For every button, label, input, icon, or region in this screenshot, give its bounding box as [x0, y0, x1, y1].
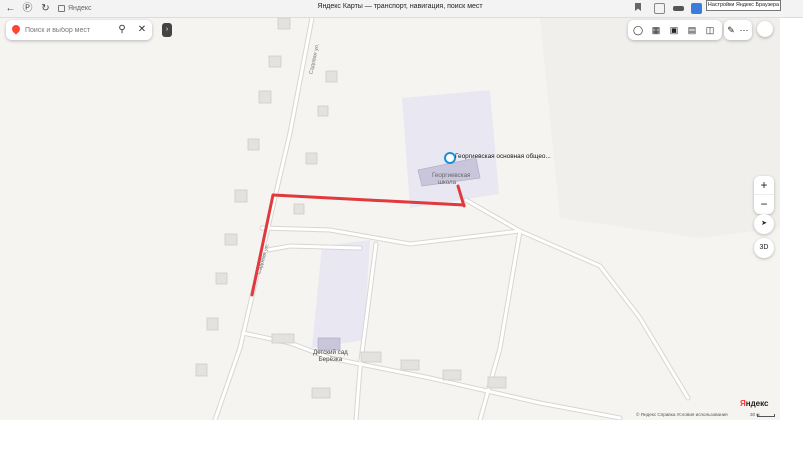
building	[215, 272, 228, 285]
building	[224, 233, 238, 246]
building	[268, 55, 282, 68]
building	[311, 387, 331, 399]
building	[487, 376, 507, 389]
yandex-logo: Яндекс	[740, 399, 769, 408]
navigation-arrow-icon: ➤	[761, 220, 767, 227]
building	[305, 152, 318, 165]
bookmark-icon[interactable]	[635, 3, 641, 11]
browser-toolbar: ← Ⓟ ↻ Яндекс Яндекс Карты — транспорт, н…	[0, 0, 803, 18]
school-map-label: Георгиевская школа	[432, 172, 470, 186]
building	[206, 317, 219, 331]
back-arrow-icon[interactable]: ←	[4, 2, 17, 15]
map-svg	[195, 18, 780, 420]
building	[258, 90, 272, 104]
more-icon[interactable]: ⋯	[738, 24, 750, 36]
extension-icon[interactable]	[654, 3, 665, 14]
residential-area	[540, 18, 780, 238]
geolocation-button[interactable]: ➤	[754, 214, 774, 234]
yandex-browser-icon[interactable]: Ⓟ	[21, 2, 34, 15]
zoom-in-button[interactable]: +	[754, 176, 774, 194]
search-box: ⚲ ✕	[6, 20, 152, 40]
search-icon[interactable]: ⚲	[116, 24, 128, 36]
lock-icon	[58, 5, 65, 12]
zoom-control: + −	[754, 176, 774, 214]
search-input[interactable]	[25, 24, 107, 36]
building	[247, 138, 260, 151]
scale-bar	[757, 414, 775, 417]
reload-icon[interactable]: ↻	[39, 2, 52, 15]
copyright-links[interactable]: © Яндекс Справка Условия использования	[636, 412, 728, 417]
layers-icon[interactable]: ◯	[632, 24, 644, 36]
account-icon[interactable]	[691, 3, 702, 14]
reader-icon[interactable]	[673, 6, 684, 11]
building	[317, 105, 329, 117]
bookmarks-icon[interactable]: ◫	[704, 24, 716, 36]
map-layers-toolbar: ◯ ▦ ▣ ▤ ◫	[628, 20, 722, 40]
ruler-icon[interactable]: ✎	[725, 24, 737, 36]
map-canvas[interactable]: Садовая ул. Садовая ул. Георгиевская шко…	[0, 18, 780, 420]
settings-tooltip: Настройки Яндекс Браузера	[706, 0, 781, 11]
building	[271, 333, 295, 344]
school-label-line1: Георгиевская	[432, 172, 471, 179]
traffic-icon[interactable]: ▦	[650, 24, 662, 36]
building	[360, 351, 382, 363]
site-label: Яндекс	[68, 5, 92, 12]
building	[277, 18, 291, 30]
close-icon[interactable]: ✕	[136, 24, 148, 36]
mode-3d-button[interactable]: 3D	[754, 238, 774, 258]
kindergarten-label[interactable]: Детский сад Берёзка	[313, 349, 348, 363]
kindergarten-label-line2: Берёзка	[318, 356, 343, 363]
address-bar[interactable]: Яндекс	[58, 3, 92, 14]
ruler-menu-box: ✎ ⋯	[724, 20, 752, 40]
avatar[interactable]	[757, 21, 773, 37]
road-sadovaya	[212, 18, 315, 420]
school-grounds-area	[402, 90, 499, 208]
zoom-out-button[interactable]: −	[754, 194, 774, 213]
poi-title[interactable]: Георгиевская основная общео...	[455, 153, 551, 160]
building	[400, 359, 420, 371]
building	[195, 363, 208, 377]
map-pin-icon	[10, 23, 22, 35]
school-label-line2: школа	[438, 179, 457, 186]
building	[325, 70, 338, 83]
building	[234, 189, 248, 203]
kindergarten-grounds-area	[312, 240, 370, 348]
panorama-icon[interactable]: ▣	[668, 24, 680, 36]
building	[442, 369, 462, 381]
kindergarten-label-line1: Детский сад	[313, 349, 348, 356]
collapse-panel-button[interactable]: ›	[162, 23, 172, 37]
page-title: Яндекс Карты — транспорт, навигация, пои…	[317, 3, 483, 10]
building	[293, 203, 305, 215]
transport-icon[interactable]: ▤	[686, 24, 698, 36]
